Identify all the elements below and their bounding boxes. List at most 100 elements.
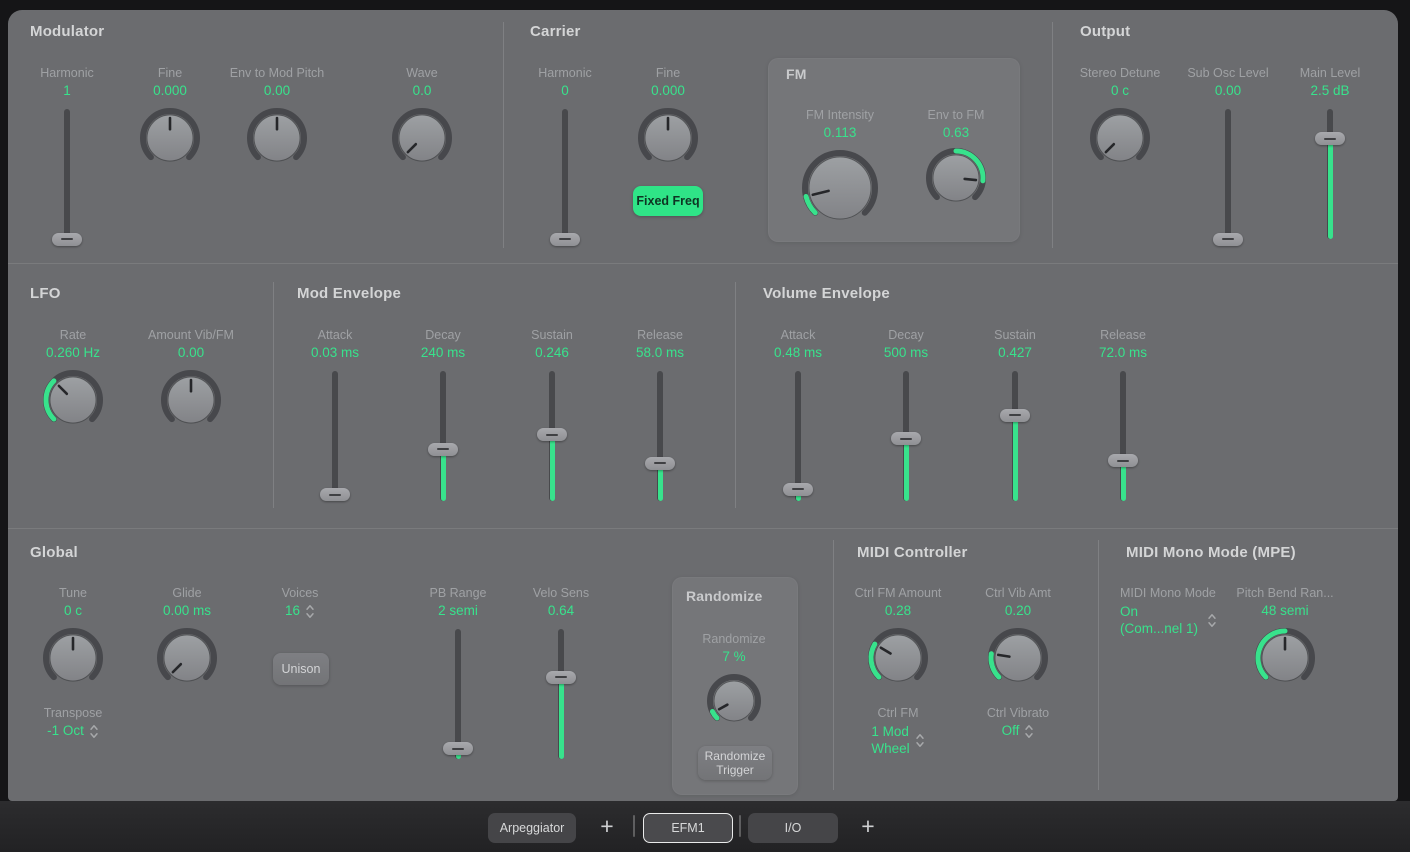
control-value[interactable]: 58.0 ms [636,345,684,361]
slider-handle[interactable] [891,432,921,445]
control-value[interactable]: 0.000 [651,83,685,99]
lfo-amount-knob[interactable] [160,369,222,431]
modulator-harmonic-slider[interactable] [50,109,84,239]
control-value[interactable]: 0.28 [885,603,911,619]
slider-track[interactable] [1225,109,1231,239]
control-value[interactable]: 0.000 [153,83,187,99]
control-value[interactable]: 500 ms [884,345,928,361]
control-value[interactable]: 2 semi [438,603,478,619]
mod-env-attack-slider[interactable] [318,371,352,501]
glide-knob[interactable] [156,627,218,689]
pitch-bend-range-knob[interactable] [1254,627,1316,689]
randomize-knob[interactable] [706,673,762,729]
control-value[interactable]: 1 [63,83,71,99]
slider-track[interactable] [455,629,461,759]
control-value[interactable]: 16 [285,603,300,619]
ctrl-fm-value[interactable]: 1 Mod Wheel [871,723,909,757]
control-value[interactable]: 0.20 [1005,603,1031,619]
control-value[interactable]: 0.0 [413,83,432,99]
ctrl-vib-amt-knob[interactable] [987,627,1049,689]
slider-handle[interactable] [443,742,473,755]
pb-range-slider[interactable] [441,629,475,759]
add-plugin-icon[interactable]: + [592,811,622,841]
slider-handle[interactable] [320,488,350,501]
control-value[interactable]: 0 [561,83,569,99]
modulator-wave-knob[interactable] [391,107,453,169]
control-value[interactable]: 48 semi [1261,603,1308,619]
carrier-fine-knob[interactable] [637,107,699,169]
control-value[interactable]: 0.00 [178,345,204,361]
add-plugin-icon[interactable]: + [853,811,883,841]
mod-env-release-slider[interactable] [643,371,677,501]
mod-env-sustain-slider[interactable] [535,371,569,501]
slider-handle[interactable] [1213,233,1243,246]
tune-knob[interactable] [42,627,104,689]
slider-track[interactable] [795,371,801,501]
control-value[interactable]: 0.00 ms [163,603,211,619]
vol-env-release-slider[interactable] [1106,371,1140,501]
transpose-value-row[interactable]: -1 Oct [47,723,99,739]
sub-osc-level-slider[interactable] [1211,109,1245,239]
stepper-icon[interactable] [1024,724,1034,739]
control-value[interactable]: 0.427 [998,345,1032,361]
control-value[interactable]: 0.63 [943,125,969,141]
vol-env-sustain-slider[interactable] [998,371,1032,501]
control-value[interactable]: 2.5 dB [1310,83,1349,99]
slider-handle[interactable] [428,443,458,456]
slider-handle[interactable] [1315,132,1345,145]
ctrl-vibrato-value-row[interactable]: Off [1002,723,1035,739]
slider-track[interactable] [332,371,338,501]
arpeggiator-plugin-button[interactable]: Arpeggiator [488,813,576,843]
control-value[interactable]: 0.113 [824,125,857,141]
stepper-icon[interactable] [1207,613,1217,628]
voices-value-row[interactable]: 16 [285,603,315,619]
midi-mono-mode-value-row[interactable]: On (Com...nel 1) [1120,603,1217,637]
control-value[interactable]: 0.48 ms [774,345,822,361]
stepper-icon[interactable] [915,733,925,748]
io-plugin-button[interactable]: I/O [748,813,838,843]
modulator-fine-knob[interactable] [139,107,201,169]
control-value[interactable]: 240 ms [421,345,465,361]
control-value[interactable]: 0.64 [548,603,574,619]
lfo-rate-knob[interactable] [42,369,104,431]
vol-env-decay-slider[interactable] [889,371,923,501]
ctrl-fm-value-row[interactable]: 1 Mod Wheel [871,723,924,757]
control-value[interactable]: 0.260 Hz [46,345,100,361]
control-value[interactable]: 0.00 [264,83,290,99]
control-value[interactable]: 0.00 [1215,83,1241,99]
control-value[interactable]: 0.03 ms [311,345,359,361]
efm1-plugin-button[interactable]: EFM1 [643,813,733,843]
carrier-harmonic-slider[interactable] [548,109,582,239]
vol-env-attack-slider[interactable] [781,371,815,501]
slider-handle[interactable] [546,671,576,684]
velo-sens-slider[interactable] [544,629,578,759]
control-value[interactable]: Off [1002,723,1020,739]
mod-env-decay-slider[interactable] [426,371,460,501]
control-value[interactable]: -1 Oct [47,723,84,739]
slider-handle[interactable] [645,457,675,470]
stereo-detune-knob[interactable] [1089,107,1151,169]
slider-track[interactable] [64,109,70,239]
slider-handle[interactable] [1108,454,1138,467]
slider-handle[interactable] [52,233,82,246]
stepper-icon[interactable] [305,604,315,619]
stepper-icon[interactable] [89,724,99,739]
slider-handle[interactable] [537,428,567,441]
control-value[interactable]: 72.0 ms [1099,345,1147,361]
randomize-trigger-button[interactable]: RandomizeTrigger [698,746,772,780]
env-to-fm-knob[interactable] [925,147,987,209]
unison-button[interactable]: Unison [273,653,329,685]
fixed-freq-button[interactable]: Fixed Freq [633,186,703,216]
control-value[interactable]: 0 c [64,603,82,619]
fm-intensity-knob[interactable] [801,149,879,227]
control-value[interactable]: 0.246 [535,345,569,361]
control-value[interactable]: 0 c [1111,83,1129,99]
control-value[interactable]: 7 % [722,649,745,665]
ctrl-fm-amount-knob[interactable] [867,627,929,689]
slider-handle[interactable] [550,233,580,246]
slider-handle[interactable] [783,483,813,496]
main-level-slider[interactable] [1313,109,1347,239]
slider-handle[interactable] [1000,409,1030,422]
midi-mono-mode-value[interactable]: On (Com...nel 1) [1120,603,1198,637]
slider-track[interactable] [562,109,568,239]
